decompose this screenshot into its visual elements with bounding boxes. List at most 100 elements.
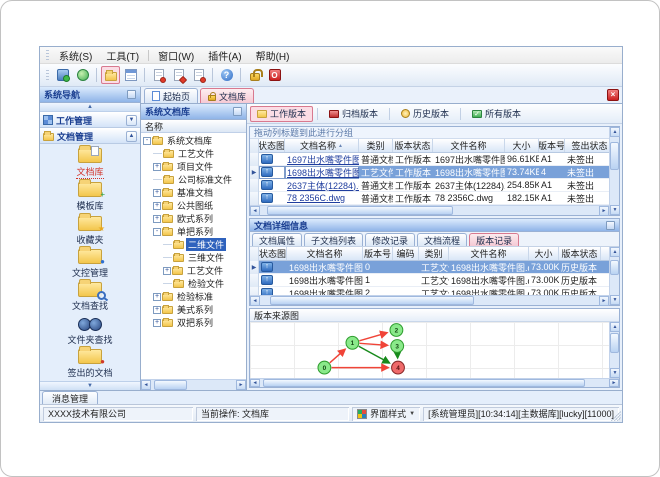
- toolbar-button-sync-screen[interactable]: [53, 66, 72, 84]
- expand-icon[interactable]: +: [153, 292, 161, 301]
- scroll-down-icon[interactable]: ▼: [610, 368, 620, 378]
- sidebar-scroll-down[interactable]: ▼: [40, 381, 140, 390]
- tree-node-8[interactable]: 二维文件: [141, 238, 246, 251]
- scrollbar-thumb[interactable]: [610, 333, 619, 354]
- expand-icon[interactable]: +: [153, 162, 161, 171]
- toolbar-button-doc-delete[interactable]: [189, 66, 208, 84]
- scroll-up-icon[interactable]: ▲: [610, 322, 620, 332]
- table-row[interactable]: ↑78 2356C.dwg普通文档工作版本78 2356C.dwg182.15K…: [250, 191, 609, 205]
- column-header[interactable]: 大小: [529, 247, 559, 260]
- version-node-4[interactable]: 4: [391, 360, 405, 375]
- expand-icon[interactable]: +: [153, 214, 161, 223]
- sidebar-item-6[interactable]: ● 签出的文档: [40, 346, 140, 381]
- toolbar-button-globe[interactable]: [73, 66, 92, 84]
- collapse-icon[interactable]: -: [153, 227, 161, 236]
- detail-tab-2[interactable]: 修改记录: [365, 233, 416, 246]
- scroll-right-icon[interactable]: ►: [236, 380, 246, 390]
- toolbar-button-folder-view[interactable]: [101, 66, 120, 84]
- sidebar-group-documents[interactable]: 文档管理 ▲: [40, 128, 140, 144]
- table-row[interactable]: ↑1697出水嘴零件图.dwg普通文档工作版本1697出水嘴零件图.dwg96.…: [250, 153, 609, 166]
- scrollbar-thumb[interactable]: [610, 142, 619, 170]
- menu-plugins[interactable]: 插件(A): [201, 47, 248, 64]
- pin-icon[interactable]: [233, 107, 242, 116]
- scroll-left-icon[interactable]: ◄: [250, 296, 260, 306]
- version-node-0[interactable]: 0: [317, 360, 332, 375]
- close-icon[interactable]: ×: [607, 89, 619, 101]
- tree-node-14[interactable]: + 双把系列: [141, 316, 246, 329]
- tab-start-page[interactable]: 起始页: [144, 88, 199, 103]
- documents-horizontal-scrollbar[interactable]: ◄ ►: [250, 205, 609, 216]
- detail-tab-3[interactable]: 文档流程: [417, 233, 468, 246]
- toolbar-button-doc-new[interactable]: [169, 66, 188, 85]
- tree-node-1[interactable]: 工艺文件: [141, 147, 246, 160]
- detail-tab-0[interactable]: 文档属性: [252, 233, 303, 246]
- sidebar-item-3[interactable]: ● 文控管理: [40, 245, 140, 280]
- sidebar-item-4[interactable]: 文档查找: [40, 279, 140, 314]
- column-header[interactable]: 类别: [359, 139, 393, 152]
- interface-style-dropdown[interactable]: 界面样式 ▼: [352, 406, 421, 421]
- column-header[interactable]: 文档名称 ▲: [285, 139, 359, 152]
- scrollbar-thumb[interactable]: [266, 206, 454, 215]
- scroll-left-icon[interactable]: ◄: [141, 380, 151, 390]
- tree-node-6[interactable]: + 欧式系列: [141, 212, 246, 225]
- table-row[interactable]: ▶↑1698出水嘴零件图.dwg0工艺文件1698出水嘴零件图.dwg73.00…: [250, 261, 609, 274]
- detail-tab-1[interactable]: 子文档列表: [304, 233, 364, 246]
- version-node-1[interactable]: 1: [345, 335, 360, 350]
- scrollbar-thumb[interactable]: [154, 380, 187, 390]
- document-link[interactable]: 2637主体(12284).dwg: [287, 179, 359, 192]
- expand-icon[interactable]: +: [153, 305, 161, 314]
- pin-icon[interactable]: [127, 90, 136, 99]
- detail-tab-4[interactable]: 版本记录: [469, 233, 520, 246]
- toolbar-button-lock[interactable]: [245, 66, 264, 84]
- chevron-up-icon[interactable]: ▲: [126, 130, 137, 142]
- column-header[interactable]: 文档名称: [287, 247, 363, 260]
- column-header[interactable]: 签出状态: [565, 139, 615, 152]
- column-header[interactable]: 大小: [505, 139, 539, 152]
- scrollbar-thumb[interactable]: [263, 379, 585, 387]
- expand-icon[interactable]: +: [153, 318, 161, 327]
- table-row[interactable]: ↑1698出水嘴零件图.dwg2工艺文件1698出水嘴零件图.dwg73.00K…: [250, 286, 609, 295]
- scrollbar-thumb[interactable]: [270, 296, 474, 305]
- scroll-right-icon[interactable]: ►: [599, 206, 609, 216]
- toolbar-button-report[interactable]: [121, 66, 140, 84]
- tree-node-11[interactable]: 检验文件: [141, 277, 246, 290]
- sidebar-item-0[interactable]: 文档库: [40, 145, 140, 180]
- chevron-down-icon[interactable]: ▼: [126, 114, 137, 126]
- menu-help[interactable]: 帮助(H): [249, 47, 297, 64]
- column-header[interactable]: 版本状态: [393, 139, 433, 152]
- table-row[interactable]: ↑2637主体(12284).dwg普通文档工作版本2637主体(12284).…: [250, 178, 609, 192]
- tree-node-10[interactable]: + 工艺文件: [141, 264, 246, 277]
- document-link[interactable]: 1697出水嘴零件图.dwg: [287, 153, 359, 166]
- tree-node-4[interactable]: + 基准文档: [141, 186, 246, 199]
- scroll-down-icon[interactable]: ▼: [610, 295, 620, 305]
- version-button-2[interactable]: 历史版本: [394, 106, 456, 122]
- graph-horizontal-scrollbar[interactable]: ◄ ►: [250, 378, 619, 387]
- detail-horizontal-scrollbar[interactable]: ◄ ►: [250, 295, 609, 306]
- document-link[interactable]: 1698出水嘴零件图.dwg: [287, 166, 359, 179]
- expand-icon[interactable]: +: [153, 188, 161, 197]
- resize-grip[interactable]: [611, 411, 621, 421]
- tree-node-13[interactable]: + 美式系列: [141, 303, 246, 316]
- column-header[interactable]: 版本号: [363, 247, 393, 260]
- column-header[interactable]: 类别: [419, 247, 449, 260]
- sidebar-item-2[interactable]: ★ 收藏夹: [40, 212, 140, 247]
- sidebar-scroll-up[interactable]: ▲: [40, 103, 140, 112]
- sidebar-group-work[interactable]: 工作管理 ▼: [40, 112, 140, 128]
- column-header[interactable]: 文件名称: [449, 247, 529, 260]
- version-button-3[interactable]: ✓ 所有版本: [465, 106, 528, 122]
- tree-node-9[interactable]: 三维文件: [141, 251, 246, 264]
- column-header[interactable]: 编码: [393, 247, 419, 260]
- collapse-icon[interactable]: -: [143, 136, 151, 145]
- scroll-up-icon[interactable]: ▲: [610, 247, 620, 257]
- expand-icon[interactable]: +: [153, 201, 161, 210]
- tree-column-header[interactable]: 名称: [141, 120, 246, 133]
- message-management-tab[interactable]: 消息管理: [42, 391, 99, 404]
- column-header[interactable]: 版本号: [539, 139, 565, 152]
- version-button-0[interactable]: 工作版本: [250, 105, 314, 122]
- graph-vertical-scrollbar[interactable]: ▲ ▼: [609, 322, 620, 378]
- documents-vertical-scrollbar[interactable]: ▲ ▼: [609, 127, 620, 215]
- table-row[interactable]: ↑1698出水嘴零件图.dwg1工艺文件1698出水嘴零件图.dwg73.00K…: [250, 273, 609, 287]
- expand-icon[interactable]: +: [163, 266, 171, 275]
- tree-horizontal-scrollbar[interactable]: ◄ ►: [141, 379, 246, 390]
- menu-window[interactable]: 窗口(W): [151, 47, 201, 64]
